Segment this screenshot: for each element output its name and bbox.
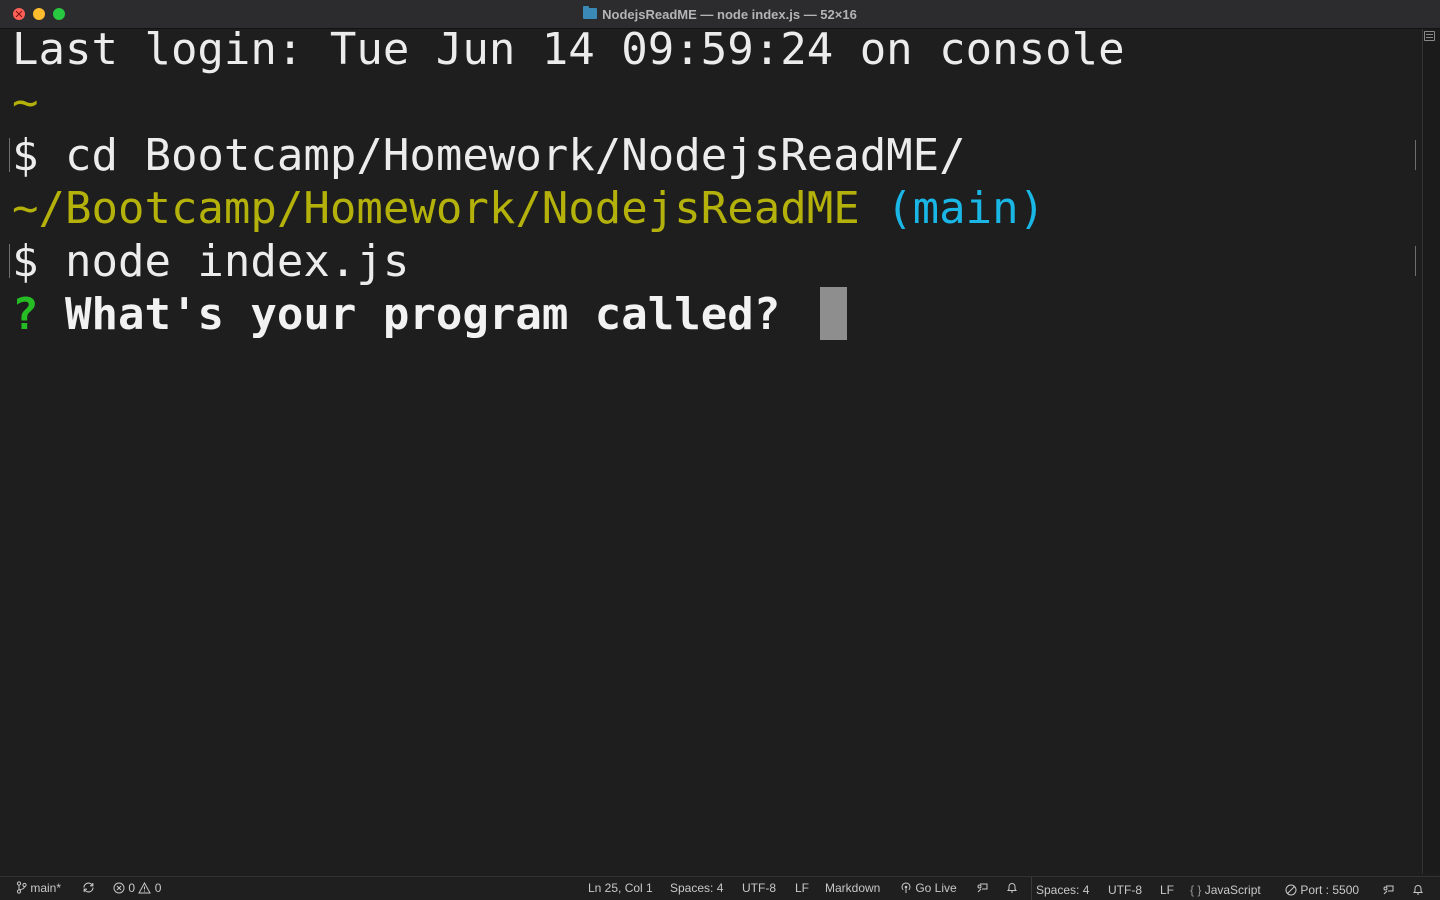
terminal-output[interactable]: Last login: Tue Jun 14 09:59:24 on conso… (0, 29, 1422, 874)
language-label: JavaScript (1204, 883, 1261, 897)
notifications-button-secondary[interactable] (1412, 879, 1424, 900)
feedback-button-secondary[interactable] (1382, 879, 1395, 900)
command-cd: $ cd Bootcamp/Homework/NodejsReadME/ (12, 130, 966, 181)
warning-icon (138, 881, 152, 894)
error-icon (113, 882, 125, 894)
close-window-button[interactable] (13, 8, 25, 20)
encoding[interactable]: UTF-8 (742, 877, 776, 899)
title-bar: NodejsReadME — node index.js — 52×16 (0, 0, 1440, 29)
scroll-mark-icon[interactable] (1424, 31, 1435, 41)
broadcast-icon (901, 882, 911, 893)
window-title-group: NodejsReadME — node index.js — 52×16 (0, 0, 1440, 28)
branch-status[interactable]: main* (16, 877, 61, 899)
zoom-window-button[interactable] (53, 8, 65, 20)
window-title: NodejsReadME — node index.js — 52×16 (602, 6, 857, 22)
port-label: Port : 5500 (1300, 883, 1360, 897)
prompt-tilde: ~ (12, 77, 39, 128)
bell-icon (1007, 883, 1017, 893)
prompt-path-line: ~/Bootcamp/Homework/NodejsReadME (main) (12, 182, 1045, 235)
command-mark (9, 244, 10, 278)
sync-button[interactable] (82, 877, 95, 899)
problems-button[interactable]: 0 0 (113, 877, 161, 899)
warning-count: 0 (154, 881, 162, 895)
indentation[interactable]: Spaces: 4 (670, 877, 723, 899)
branch-label: main* (30, 881, 62, 895)
encoding-secondary[interactable]: UTF-8 (1108, 879, 1142, 900)
git-branch-icon (16, 881, 27, 894)
command-mark (9, 138, 10, 172)
indentation-secondary[interactable]: Spaces: 4 (1036, 879, 1089, 900)
end-of-line-secondary[interactable]: LF (1160, 879, 1174, 900)
notifications-button[interactable] (1006, 877, 1018, 899)
question-text: What's your program called? (65, 289, 781, 340)
command-node: $ node index.js (12, 236, 410, 287)
inquirer-prompt-line: ? What's your program called? (12, 288, 780, 341)
sync-icon (83, 882, 94, 893)
command-mark-right (1415, 246, 1416, 276)
terminal-window: NodejsReadME — node index.js — 52×16 Las… (0, 0, 1440, 900)
go-live-label: Go Live (915, 881, 957, 895)
folder-icon (583, 6, 598, 19)
no-entry-icon (1285, 884, 1297, 896)
port-button[interactable]: Port : 5500 (1285, 879, 1359, 900)
braces-icon: { } (1190, 883, 1202, 897)
git-branch: (main) (886, 183, 1046, 234)
feedback-button[interactable] (976, 877, 989, 899)
cursor-position[interactable]: Ln 25, Col 1 (588, 877, 653, 899)
minimize-window-button[interactable] (33, 8, 45, 20)
status-bar: main* 0 0 Ln 25, Col 1 Spaces: 4 UTF-8 L… (0, 876, 1440, 900)
status-divider (1031, 877, 1032, 900)
login-line: Last login: Tue Jun 14 09:59:24 on conso… (12, 29, 1125, 75)
question-mark: ? (12, 289, 39, 340)
feedback-icon (977, 883, 988, 893)
prompt-path: ~/Bootcamp/Homework/NodejsReadME (12, 183, 860, 234)
command-mark-right (1415, 140, 1416, 170)
error-count: 0 (128, 881, 136, 895)
feedback-icon (1383, 885, 1394, 895)
go-live-button[interactable]: Go Live (900, 877, 957, 899)
scrollbar[interactable] (1422, 29, 1440, 874)
bell-icon (1413, 885, 1423, 895)
end-of-line[interactable]: LF (795, 877, 809, 899)
language-mode[interactable]: Markdown (825, 877, 880, 899)
language-mode-secondary[interactable]: { } JavaScript (1190, 879, 1261, 900)
text-cursor (820, 287, 847, 340)
